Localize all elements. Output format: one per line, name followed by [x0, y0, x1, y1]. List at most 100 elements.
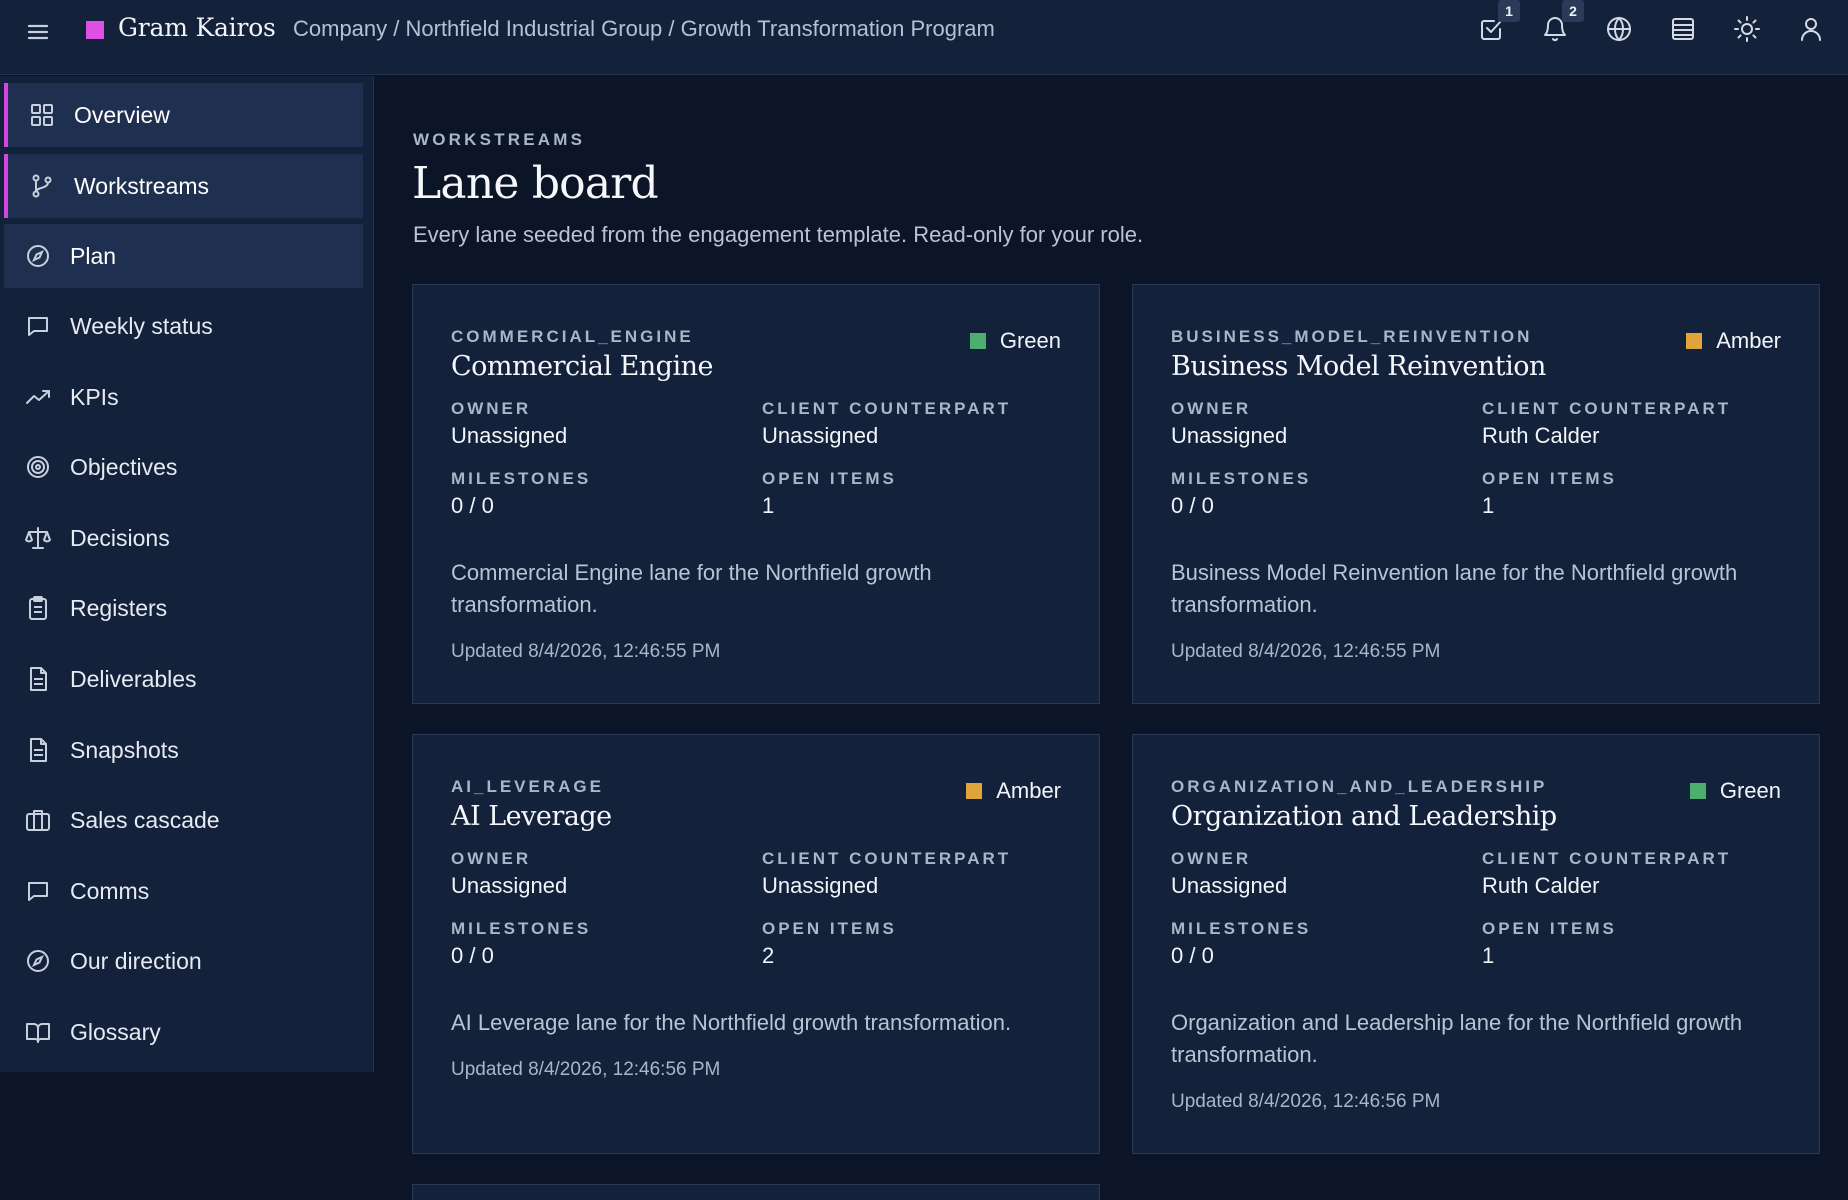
sidebar-item-label: Plan [70, 242, 117, 269]
owner-value: Unassigned [1171, 423, 1288, 448]
briefcase-icon [24, 806, 52, 834]
sidebar: Overview Workstreams Plan Weekly status … [0, 76, 374, 1072]
sidebar-item-label: Glossary [70, 1018, 161, 1045]
breadcrumb: Company / Northfield Industrial Group / … [293, 16, 995, 41]
counterpart-value: Unassigned [762, 423, 879, 448]
lane-code: AI_LEVERAGE [451, 777, 604, 796]
hamburger-menu-icon[interactable] [24, 18, 52, 46]
check-square-icon [1476, 20, 1506, 48]
book-open-icon [24, 1018, 52, 1046]
lane-title: AI Leverage [451, 801, 612, 832]
sidebar-item-label: Weekly status [70, 312, 213, 339]
sidebar-item-weekly-status[interactable]: Weekly status [4, 294, 363, 358]
trending-up-icon [24, 383, 52, 411]
sidebar-item-comms[interactable]: Comms [4, 859, 363, 923]
sidebar-item-label: Comms [70, 877, 150, 904]
compass-icon [24, 242, 52, 270]
status-dot [966, 783, 983, 799]
milestones-label: MILESTONES [451, 469, 592, 488]
globe-icon [1604, 16, 1634, 48]
compass-icon [24, 947, 52, 975]
page-title: Lane board [412, 158, 659, 209]
updated-timestamp: Updated 8/4/2026, 12:46:56 PM [451, 1059, 721, 1080]
owner-label: OWNER [1171, 399, 1252, 418]
updated-timestamp: Updated 8/4/2026, 12:46:55 PM [1171, 641, 1441, 662]
lane-card-business-model-reinvention[interactable]: BUSINESS_MODEL_REINVENTION Business Mode… [1132, 284, 1820, 704]
language-button[interactable] [1604, 14, 1634, 44]
sidebar-item-objectives[interactable]: Objectives [4, 435, 363, 499]
counterpart-value: Unassigned [762, 873, 879, 898]
updated-timestamp: Updated 8/4/2026, 12:46:55 PM [451, 641, 721, 662]
sidebar-item-label: Objectives [70, 453, 178, 480]
status-label: Green [999, 328, 1061, 353]
sidebar-item-label: Snapshots [70, 736, 179, 763]
tasks-button[interactable]: 1 [1476, 0, 1520, 44]
lane-title: Commercial Engine [451, 351, 713, 382]
sidebar-item-workstreams[interactable]: Workstreams [4, 154, 363, 218]
tasks-count-badge: 1 [1498, 0, 1520, 22]
sidebar-item-plan[interactable]: Plan [4, 224, 363, 288]
sidebar-item-decisions[interactable]: Decisions [4, 506, 363, 570]
sidebar-item-label: Deliverables [70, 665, 197, 692]
status-badge: Green [969, 328, 1061, 354]
status-badge: Amber [1686, 328, 1781, 354]
status-label: Green [1719, 778, 1781, 803]
lane-code: COMMERCIAL_ENGINE [451, 327, 694, 346]
file-text-icon [24, 736, 52, 764]
lane-description: Commercial Engine lane for the Northfiel… [451, 560, 932, 617]
sidebar-item-glossary[interactable]: Glossary [4, 1000, 363, 1064]
layout-button[interactable] [1668, 14, 1698, 44]
lane-description: Business Model Reinvention lane for the … [1171, 560, 1738, 617]
status-label: Amber [1716, 328, 1781, 353]
open-items-label: OPEN ITEMS [762, 919, 897, 938]
branch-icon [28, 172, 56, 200]
status-label: Amber [996, 778, 1061, 803]
sidebar-item-label: Workstreams [74, 172, 210, 199]
owner-value: Unassigned [1171, 873, 1288, 898]
lane-code: ORGANIZATION_AND_LEADERSHIP [1171, 777, 1548, 796]
sidebar-item-our-direction[interactable]: Our direction [4, 929, 363, 993]
owner-label: OWNER [451, 849, 532, 868]
page-subtitle: Every lane seeded from the engagement te… [413, 222, 1144, 247]
sidebar-item-label: Decisions [70, 524, 170, 551]
brand-logo [86, 21, 104, 39]
milestones-label: MILESTONES [451, 919, 592, 938]
table-rows-icon [1668, 18, 1698, 48]
sidebar-item-sales-cascade[interactable]: Sales cascade [4, 788, 363, 852]
lane-code: BUSINESS_MODEL_REINVENTION [1171, 327, 1533, 346]
brand-name[interactable]: Gram Kairos [118, 13, 276, 42]
section-eyebrow: WORKSTREAMS [413, 130, 586, 149]
milestones-value: 0 / 0 [451, 943, 494, 968]
lane-card-commercial-engine[interactable]: COMMERCIAL_ENGINE Commercial Engine Gree… [412, 284, 1100, 704]
owner-label: OWNER [1171, 849, 1252, 868]
milestones-label: MILESTONES [1171, 469, 1312, 488]
owner-value: Unassigned [451, 873, 568, 898]
lane-card-ai-leverage[interactable]: AI_LEVERAGE AI Leverage Amber OWNER Unas… [412, 734, 1100, 1154]
sidebar-item-label: Our direction [70, 947, 202, 974]
sidebar-item-label: Overview [74, 101, 170, 128]
file-text-icon [24, 665, 52, 693]
sidebar-item-snapshots[interactable]: Snapshots [4, 718, 363, 782]
counterpart-label: CLIENT COUNTERPART [1482, 849, 1732, 868]
sidebar-item-kpis[interactable]: KPIs [4, 365, 363, 429]
sidebar-item-deliverables[interactable]: Deliverables [4, 647, 363, 711]
theme-toggle-button[interactable] [1732, 14, 1762, 44]
owner-label: OWNER [451, 399, 532, 418]
grid-icon [28, 101, 56, 129]
sidebar-item-overview[interactable]: Overview [4, 83, 363, 147]
open-items-value: 1 [762, 493, 775, 518]
milestones-value: 0 / 0 [1171, 493, 1214, 518]
milestones-value: 0 / 0 [451, 493, 494, 518]
sidebar-item-registers[interactable]: Registers [4, 576, 363, 640]
lane-card-partial[interactable] [412, 1184, 1100, 1200]
top-bar: Gram Kairos Company / Northfield Industr… [0, 0, 1848, 75]
account-button[interactable] [1796, 14, 1826, 44]
lane-card-organization-and-leadership[interactable]: ORGANIZATION_AND_LEADERSHIP Organization… [1132, 734, 1820, 1154]
status-dot [1689, 783, 1706, 799]
counterpart-label: CLIENT COUNTERPART [762, 399, 1012, 418]
notifications-button[interactable]: 2 [1540, 0, 1584, 44]
open-items-value: 1 [1482, 943, 1495, 968]
bell-icon [1540, 17, 1570, 48]
open-items-value: 2 [762, 943, 775, 968]
user-icon [1796, 18, 1826, 48]
